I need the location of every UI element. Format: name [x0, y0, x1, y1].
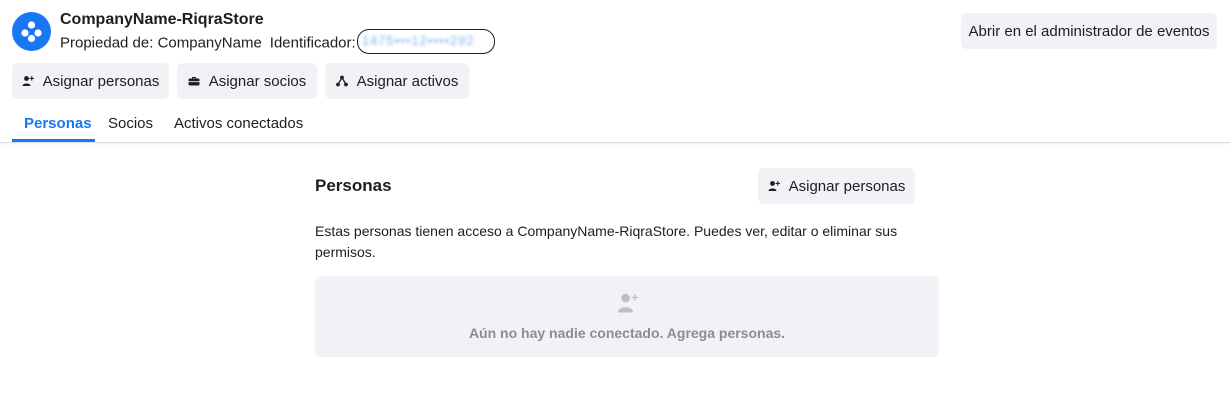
identifier-redacted-box: 1475•••12••••292 — [356, 29, 495, 54]
active-tab-indicator — [12, 139, 95, 142]
tab-personas[interactable]: Personas — [24, 115, 92, 132]
person-add-icon — [22, 75, 34, 87]
open-events-manager-label: Abrir en el administrador de eventos — [968, 22, 1210, 40]
section-title: Personas — [315, 176, 392, 195]
identifier-value: 1475•••12••••292 — [361, 33, 475, 48]
tab-socios[interactable]: Socios — [108, 115, 153, 132]
company-avatar — [12, 12, 51, 51]
assign-partners-button[interactable]: Asignar socios — [177, 63, 317, 99]
identifier-label: Identificador: — [269, 34, 356, 52]
person-add-icon — [768, 180, 780, 192]
open-events-manager-button[interactable]: Abrir en el administrador de eventos — [961, 13, 1217, 49]
briefcase-icon — [188, 75, 200, 87]
assign-assets-label: Asignar activos — [356, 72, 459, 90]
assign-assets-button[interactable]: Asignar activos — [325, 63, 469, 99]
section-assign-people-button[interactable]: Asignar personas — [758, 168, 915, 204]
owner-label: Propiedad de: CompanyName — [60, 34, 262, 52]
company-name: CompanyName-RiqraStore — [60, 11, 264, 28]
person-add-icon — [617, 292, 639, 314]
empty-state: Aún no hay nadie conectado. Agrega perso… — [315, 276, 939, 357]
assign-people-label: Asignar personas — [42, 72, 160, 90]
company-subtitle: Propiedad de: CompanyName Identificador: 1… — [60, 29, 495, 54]
header: CompanyName-RiqraStore Propiedad de: Com… — [0, 0, 1230, 143]
network-icon — [335, 75, 348, 87]
section-description: Estas personas tienen acceso a CompanyNa… — [315, 223, 898, 260]
empty-state-message: Aún no hay nadie conectado. Agrega perso… — [468, 325, 786, 341]
assign-people-button[interactable]: Asignar personas — [12, 63, 169, 99]
section-assign-people-label: Asignar personas — [788, 177, 906, 195]
tab-activos-conectados[interactable]: Activos conectados — [174, 115, 303, 132]
people-group-icon — [21, 21, 42, 43]
assign-partners-label: Asignar socios — [208, 72, 307, 90]
